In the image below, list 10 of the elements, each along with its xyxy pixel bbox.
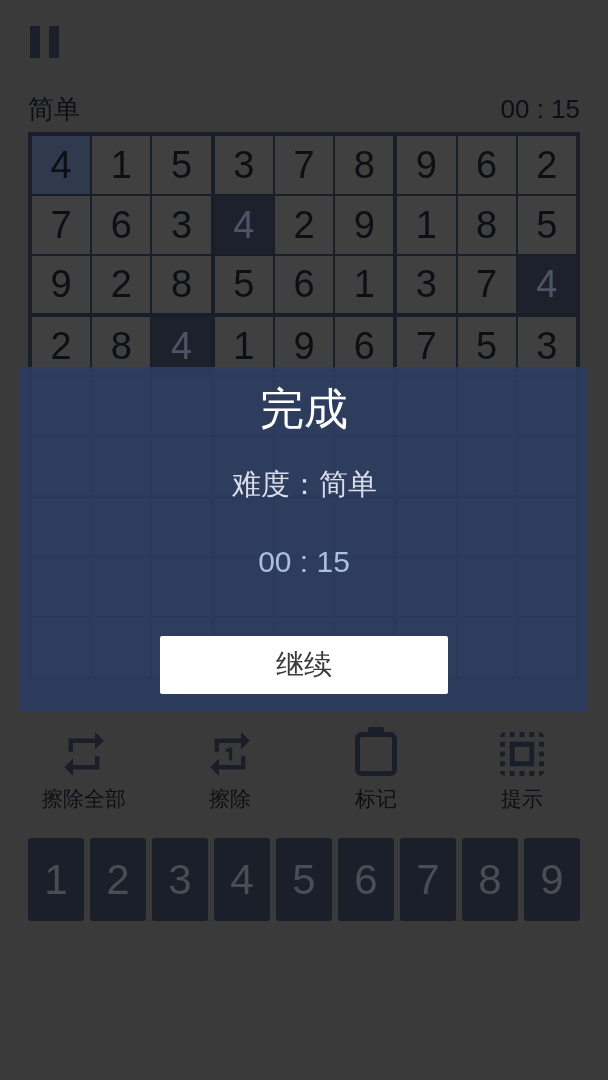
grid-cell[interactable]: 4 <box>32 136 91 194</box>
continue-button[interactable]: 继续 <box>160 636 448 694</box>
dialog-title: 完成 <box>260 383 348 435</box>
select-all-icon <box>500 732 544 776</box>
repeat-one-icon <box>210 732 250 776</box>
pause-icon[interactable] <box>30 26 59 58</box>
elapsed-time: 00 : 15 <box>258 544 350 580</box>
repeat-icon <box>64 732 104 776</box>
clipboard-icon <box>355 726 397 776</box>
difficulty-text: 难度：简单 <box>231 467 377 502</box>
